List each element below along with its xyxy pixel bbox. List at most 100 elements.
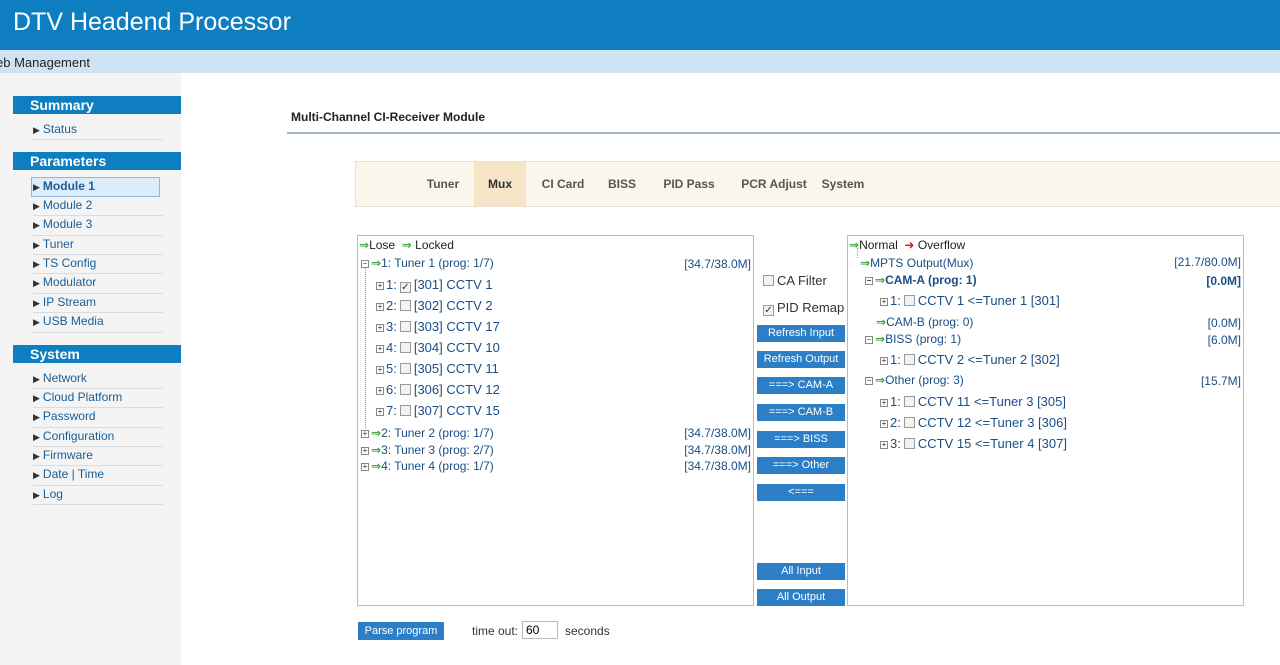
- program-row[interactable]: +2: [302] CCTV 2: [376, 298, 493, 313]
- sidebar-item-log[interactable]: ▶ Log: [33, 486, 163, 506]
- program-checkbox[interactable]: [399, 384, 411, 395]
- cam-a-row[interactable]: − ⇒CAM-A (prog: 1): [865, 273, 977, 287]
- biss-program-row[interactable]: +1: CCTV 2 <=Tuner 2 [302]: [880, 352, 1060, 367]
- other-program-row[interactable]: +3: CCTV 15 <=Tuner 4 [307]: [880, 436, 1067, 451]
- button-refresh-input[interactable]: Refresh Input: [757, 325, 845, 342]
- sidebar-item-tuner[interactable]: ▶ Tuner: [33, 236, 163, 255]
- expand-icon[interactable]: +: [376, 324, 384, 332]
- expand-icon[interactable]: +: [880, 399, 888, 407]
- cam-a-program-row[interactable]: +1: CCTV 1 <=Tuner 1 [301]: [880, 293, 1060, 308]
- program-row[interactable]: +7: [307] CCTV 15: [376, 403, 500, 418]
- button-other[interactable]: ===> Other: [757, 457, 845, 474]
- tuner-rate: [34.7/38.0M]: [684, 257, 751, 271]
- mpts-output-row[interactable]: ⇒MPTS Output(Mux): [860, 256, 973, 270]
- program-row[interactable]: +3: [303] CCTV 17: [376, 319, 500, 334]
- expand-icon[interactable]: +: [361, 446, 369, 455]
- program-row[interactable]: +5: [305] CCTV 11: [376, 361, 499, 376]
- timeout-input[interactable]: [522, 621, 558, 639]
- sidebar-item-label: Module 1: [42, 179, 95, 194]
- cam-b-row[interactable]: ⇒CAM-B (prog: 0): [876, 315, 973, 329]
- ca-filter-checkbox[interactable]: [763, 275, 774, 286]
- program-row[interactable]: +4: [304] CCTV 10: [376, 340, 500, 355]
- program-row[interactable]: +6: [306] CCTV 12: [376, 382, 500, 397]
- collapse-icon[interactable]: −: [361, 260, 369, 268]
- program-checkbox[interactable]: [903, 354, 915, 365]
- sidebar-item-modulator[interactable]: ▶ Modulator: [33, 274, 163, 294]
- sidebar-item-module-3[interactable]: ▶ Module 3: [33, 216, 163, 236]
- title-divider: [287, 132, 1280, 134]
- expand-icon[interactable]: +: [376, 408, 384, 416]
- collapse-icon[interactable]: −: [865, 277, 873, 285]
- tuner-row[interactable]: − ⇒1: Tuner 1 (prog: 1/7): [361, 256, 494, 270]
- tuner-row[interactable]: + ⇒3: Tuner 3 (prog: 2/7): [361, 443, 494, 457]
- tab-system[interactable]: System: [818, 162, 868, 206]
- sidebar-item-configuration[interactable]: ▶ Configuration: [33, 428, 163, 448]
- expand-icon[interactable]: +: [880, 420, 888, 428]
- sidebar-item-ip-stream[interactable]: ▶ IP Stream: [33, 294, 163, 314]
- program-checkbox[interactable]: [399, 300, 411, 311]
- program-checkbox[interactable]: [903, 295, 915, 306]
- expand-icon[interactable]: +: [880, 298, 888, 306]
- button-move-back[interactable]: <===: [757, 484, 845, 501]
- button-refresh-output[interactable]: Refresh Output: [757, 351, 845, 368]
- all-output-button[interactable]: All Output: [757, 589, 845, 606]
- sidebar-item-usb-media[interactable]: ▶ USB Media: [33, 313, 163, 333]
- sidebar-item-ts-config[interactable]: ▶ TS Config: [33, 255, 163, 275]
- sidebar-item-firmware[interactable]: ▶ Firmware: [33, 447, 163, 467]
- all-input-button[interactable]: All Input: [757, 563, 845, 580]
- sidebar-item-status[interactable]: ▶ Status: [33, 121, 163, 141]
- tab-biss[interactable]: BISS: [602, 162, 642, 206]
- biss-row[interactable]: − ⇒BISS (prog: 1): [865, 332, 961, 346]
- tab-tuner[interactable]: Tuner: [416, 162, 470, 206]
- sidebar-item-date-time[interactable]: ▶ Date | Time: [33, 466, 163, 486]
- expand-icon[interactable]: +: [376, 387, 384, 395]
- tab-mux[interactable]: Mux: [474, 162, 526, 206]
- sidebar-item-network[interactable]: ▶ Network: [33, 370, 163, 389]
- parse-program-button[interactable]: Parse program: [358, 622, 444, 640]
- program-index: 7:: [386, 403, 397, 418]
- expand-icon[interactable]: +: [376, 282, 384, 290]
- expand-icon[interactable]: +: [376, 366, 384, 374]
- pid-remap-checkbox[interactable]: ✓: [763, 305, 774, 316]
- green-arrow-icon: ⇒: [875, 332, 886, 346]
- program-checkbox[interactable]: [399, 342, 411, 353]
- tuner-row[interactable]: + ⇒2: Tuner 2 (prog: 1/7): [361, 426, 494, 440]
- expand-icon[interactable]: +: [361, 430, 369, 438]
- expand-icon[interactable]: +: [376, 345, 384, 353]
- sidebar-item-module-1[interactable]: ▶ Module 1: [31, 177, 160, 197]
- expand-icon[interactable]: +: [880, 441, 888, 449]
- tab-pid-pass[interactable]: PID Pass: [654, 162, 724, 206]
- expand-icon[interactable]: +: [361, 463, 369, 471]
- expand-icon[interactable]: +: [880, 357, 888, 365]
- other-program-row[interactable]: +2: CCTV 12 <=Tuner 3 [306]: [880, 415, 1067, 430]
- other-program-row[interactable]: +1: CCTV 11 <=Tuner 3 [305]: [880, 394, 1066, 409]
- expand-icon[interactable]: +: [376, 303, 384, 311]
- program-checkbox[interactable]: [903, 396, 915, 407]
- sidebar-item-password[interactable]: ▶ Password: [33, 408, 163, 428]
- program-checkbox[interactable]: [399, 405, 411, 416]
- program-checkbox[interactable]: [903, 438, 915, 449]
- ca-filter-option[interactable]: CA Filter: [760, 273, 827, 288]
- sidebar-item-cloud-platform[interactable]: ▶ Cloud Platform: [33, 389, 163, 409]
- program-checkbox[interactable]: [399, 363, 411, 374]
- green-arrow-icon: ⇒: [371, 426, 382, 440]
- program-checkbox[interactable]: [399, 321, 411, 332]
- cam-b-rate: [0.0M]: [1208, 316, 1241, 330]
- sidebar-item-module-2[interactable]: ▶ Module 2: [33, 197, 163, 217]
- pid-remap-option[interactable]: ✓ PID Remap: [760, 300, 844, 316]
- program-index: 1:: [890, 352, 901, 367]
- program-checkbox[interactable]: ✓: [399, 282, 411, 293]
- other-row[interactable]: − ⇒Other (prog: 3): [865, 373, 964, 387]
- button-biss[interactable]: ===> BISS: [757, 431, 845, 448]
- collapse-icon[interactable]: −: [865, 377, 873, 385]
- tab-ci-card[interactable]: CI Card: [528, 162, 598, 206]
- program-row[interactable]: +1: ✓ [301] CCTV 1: [376, 277, 493, 293]
- button-cam-a[interactable]: ===> CAM-A: [757, 377, 845, 394]
- collapse-icon[interactable]: −: [865, 336, 873, 344]
- tuner-row[interactable]: + ⇒4: Tuner 4 (prog: 1/7): [361, 459, 494, 473]
- tab-pcr-adjust[interactable]: PCR Adjust: [736, 162, 812, 206]
- program-checkbox[interactable]: [903, 417, 915, 428]
- sidebar-item-label: Cloud Platform: [42, 389, 123, 404]
- button-cam-b[interactable]: ===> CAM-B: [757, 404, 845, 421]
- sidebar-heading: Parameters: [13, 152, 181, 171]
